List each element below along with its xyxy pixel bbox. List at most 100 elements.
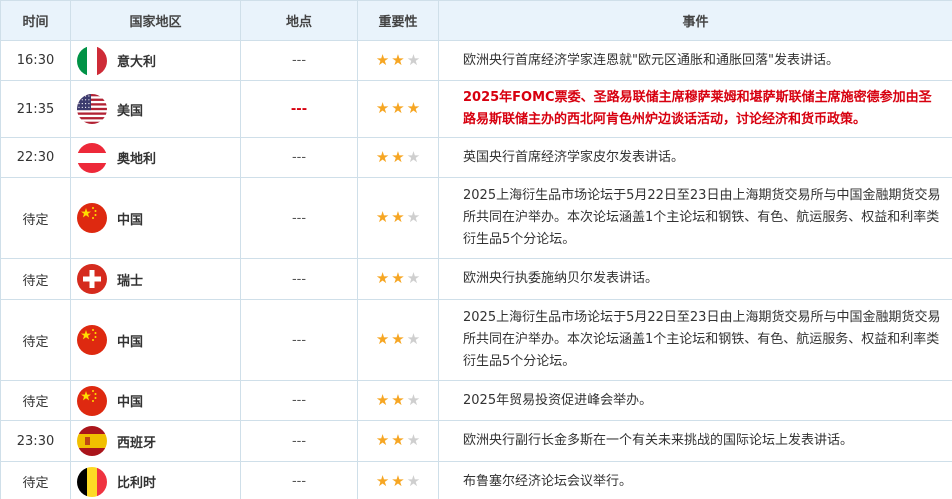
table-row: 待定 中国 --- ★ ★ ★ 2025上海衍生品市场论坛于5月22日至23日由上海期货交易…	[0, 299, 952, 381]
star-empty-icon: ★	[406, 471, 421, 490]
event-description: 布鲁塞尔经济论坛会议举行。	[438, 461, 952, 499]
event-description: 2025年FOMC票委、圣路易联储主席穆萨莱姆和堪萨斯联储主席施密德参加由圣路易…	[438, 80, 952, 138]
event-time: 待定	[0, 461, 71, 499]
header-importance: 重要性	[357, 0, 439, 41]
star-rating: ★ ★ ★	[376, 433, 420, 448]
star-filled-icon: ★	[391, 50, 405, 69]
event-time: 21:35	[0, 80, 71, 138]
event-description: 欧洲央行首席经济学家连恩就"欧元区通胀和通胀回落"发表讲话。	[438, 40, 952, 81]
country-name: 比利时	[117, 476, 157, 491]
star-filled-icon: ★	[375, 208, 390, 226]
star-empty-icon: ★	[406, 390, 421, 409]
star-rating: ★ ★ ★	[376, 101, 420, 116]
table-row: 待定 中国 --- ★ ★ ★ 2025上海衍生品市场论坛于5月22日至23日由上海期货交易…	[0, 177, 952, 259]
belgium-flag-icon	[77, 466, 107, 497]
importance-rating: ★ ★ ★	[357, 420, 439, 462]
country-wrapper: 奥地利	[71, 142, 240, 173]
event-country-cell: 中国	[70, 177, 241, 259]
country-wrapper: 中国	[71, 385, 240, 416]
italy-flag-icon	[77, 45, 107, 76]
event-place: ---	[240, 299, 358, 381]
event-country-cell: 中国	[70, 380, 241, 421]
star-filled-icon: ★	[391, 390, 405, 409]
importance-rating: ★ ★ ★	[357, 177, 439, 259]
event-description: 英国央行首席经济学家皮尔发表讲话。	[438, 137, 952, 178]
star-empty-icon: ★	[406, 208, 421, 226]
event-place: ---	[240, 258, 358, 300]
event-description: 欧洲央行副行长金多斯在一个有关未来挑战的国际论坛上发表讲话。	[438, 420, 952, 462]
star-filled-icon: ★	[375, 99, 390, 117]
star-filled-icon: ★	[375, 50, 390, 69]
usa-flag-icon	[77, 94, 107, 124]
table-header-row: 时间 国家地区 地点 重要性 事件	[0, 0, 952, 41]
country-name: 中国	[117, 395, 144, 410]
table-row: 待定 比利时 --- ★ ★ ★ 布鲁塞尔经济论坛会议举行。	[0, 461, 952, 499]
importance-rating: ★ ★ ★	[357, 40, 439, 81]
country-wrapper: 西班牙	[71, 426, 240, 456]
star-filled-icon: ★	[391, 269, 405, 287]
china-flag-icon	[77, 203, 107, 233]
country-name: 西班牙	[117, 435, 157, 451]
header-event: 事件	[438, 0, 952, 41]
star-filled-icon: ★	[391, 147, 405, 166]
star-empty-icon: ★	[406, 50, 421, 69]
china-flag-icon	[77, 325, 107, 355]
event-place: ---	[240, 137, 358, 178]
importance-rating: ★ ★ ★	[357, 380, 439, 421]
country-name: 中国	[117, 334, 144, 350]
event-rows: 16:30 意大利 --- ★ ★ ★ 欧洲央行首席经济学家连恩就"欧元区通胀和通胀回落"发…	[0, 40, 952, 499]
event-country-cell: 比利时	[70, 461, 241, 499]
country-name: 奥地利	[117, 152, 157, 167]
table-row: 待定 中国 --- ★ ★ ★ 2025年贸易投资促进峰会举办。	[0, 380, 952, 421]
event-place: ---	[240, 40, 358, 81]
event-country-cell: 瑞士	[70, 258, 241, 300]
event-country-cell: 中国	[70, 299, 241, 381]
event-time: 16:30	[0, 40, 71, 81]
star-filled-icon: ★	[406, 99, 421, 117]
table-row: 待定 瑞士 --- ★ ★ ★ 欧洲央行执委施纳贝尔发表讲话。	[0, 258, 952, 300]
country-wrapper: 中国	[71, 203, 240, 233]
star-filled-icon: ★	[375, 471, 390, 490]
switzerland-flag-icon	[77, 264, 107, 294]
star-rating: ★ ★ ★	[376, 332, 420, 347]
table-row: 21:35 美国 --- ★ ★ ★ 2025年FOMC票委、圣路易联储主席穆萨莱姆和堪萨斯…	[0, 80, 952, 138]
event-country-cell: 奥地利	[70, 137, 241, 178]
event-place: ---	[240, 80, 358, 138]
importance-rating: ★ ★ ★	[357, 80, 439, 138]
country-wrapper: 比利时	[71, 466, 240, 497]
spain-flag-icon	[77, 426, 107, 456]
china-flag-icon	[77, 385, 107, 416]
event-time: 待定	[0, 299, 71, 381]
country-name: 意大利	[117, 55, 157, 70]
header-time: 时间	[0, 0, 71, 41]
table-row: 22:30 奥地利 --- ★ ★ ★ 英国央行首席经济学家皮尔发表讲话。	[0, 137, 952, 178]
star-filled-icon: ★	[391, 330, 405, 348]
header-country: 国家地区	[70, 0, 241, 41]
importance-rating: ★ ★ ★	[357, 299, 439, 381]
event-time: 22:30	[0, 137, 71, 178]
event-country-cell: 美国	[70, 80, 241, 138]
star-filled-icon: ★	[375, 390, 390, 409]
importance-rating: ★ ★ ★	[357, 258, 439, 300]
header-place: 地点	[240, 0, 358, 41]
star-filled-icon: ★	[391, 208, 405, 226]
importance-rating: ★ ★ ★	[357, 461, 439, 499]
star-rating: ★ ★ ★	[376, 271, 420, 286]
star-rating: ★ ★ ★	[375, 471, 421, 490]
country-name: 瑞士	[117, 273, 144, 289]
event-description: 2025上海衍生品市场论坛于5月22日至23日由上海期货交易所与中国金融期货交易…	[438, 177, 952, 259]
star-filled-icon: ★	[375, 431, 390, 449]
event-place: ---	[240, 420, 358, 462]
star-rating: ★ ★ ★	[376, 147, 420, 166]
event-country-cell: 西班牙	[70, 420, 241, 462]
importance-rating: ★ ★ ★	[357, 137, 439, 178]
event-time: 待定	[0, 177, 71, 259]
star-rating: ★ ★ ★	[375, 390, 421, 409]
event-place: ---	[240, 461, 358, 499]
star-rating: ★ ★ ★	[376, 210, 420, 225]
event-description: 欧洲央行执委施纳贝尔发表讲话。	[438, 258, 952, 300]
event-place: ---	[240, 177, 358, 259]
event-country-cell: 意大利	[70, 40, 241, 81]
event-time: 待定	[0, 380, 71, 421]
event-calendar-table: 时间 国家地区 地点 重要性 事件 16:30 意大利 --- ★ ★ ★ 欧洲央行首席经济…	[0, 0, 952, 499]
